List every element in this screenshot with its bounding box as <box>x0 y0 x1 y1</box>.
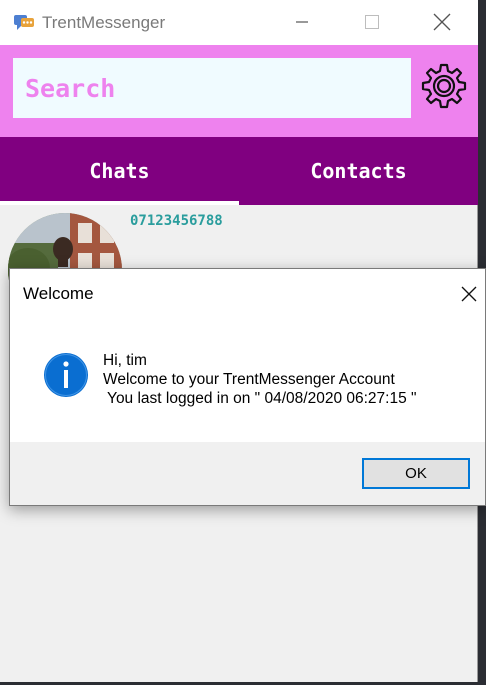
dialog-title: Welcome <box>23 284 94 303</box>
maximize-button[interactable] <box>342 0 402 45</box>
gear-icon <box>421 63 467 109</box>
ok-button-label: OK <box>405 465 427 482</box>
chat-contact-name: 07123456788 <box>130 213 223 229</box>
search-bar <box>0 45 478 137</box>
dialog-close-button[interactable] <box>454 279 484 309</box>
tab-contacts[interactable]: Contacts <box>239 137 478 205</box>
dialog-footer: OK <box>10 442 485 505</box>
title-bar: TrentMessenger <box>0 0 478 45</box>
dialog-message-line3: You last logged in on " 04/08/2020 06:27… <box>103 390 417 407</box>
dialog-message-line2: Welcome to your TrentMessenger Account <box>103 371 395 388</box>
close-icon <box>461 286 477 302</box>
welcome-dialog: Welcome Hi, tim Welcome to your TrentMes… <box>9 268 486 506</box>
ok-button[interactable]: OK <box>362 458 470 489</box>
tab-chats-label: Chats <box>89 159 150 183</box>
info-icon <box>44 353 88 397</box>
search-input[interactable] <box>13 58 411 118</box>
minimize-button[interactable] <box>272 0 332 45</box>
window-title: TrentMessenger <box>42 13 166 32</box>
dialog-message-line1: Hi, tim <box>103 352 147 369</box>
tab-chats[interactable]: Chats <box>0 137 239 205</box>
tab-bar: Chats Contacts <box>0 137 478 205</box>
dialog-message: Hi, tim Welcome to your TrentMessenger A… <box>103 351 417 408</box>
close-icon <box>433 13 451 31</box>
settings-button[interactable] <box>416 60 472 116</box>
close-button[interactable] <box>412 0 472 45</box>
messenger-app-icon <box>14 15 34 30</box>
minimize-icon <box>296 21 308 23</box>
tab-contacts-label: Contacts <box>310 159 407 183</box>
maximize-icon <box>365 15 379 29</box>
